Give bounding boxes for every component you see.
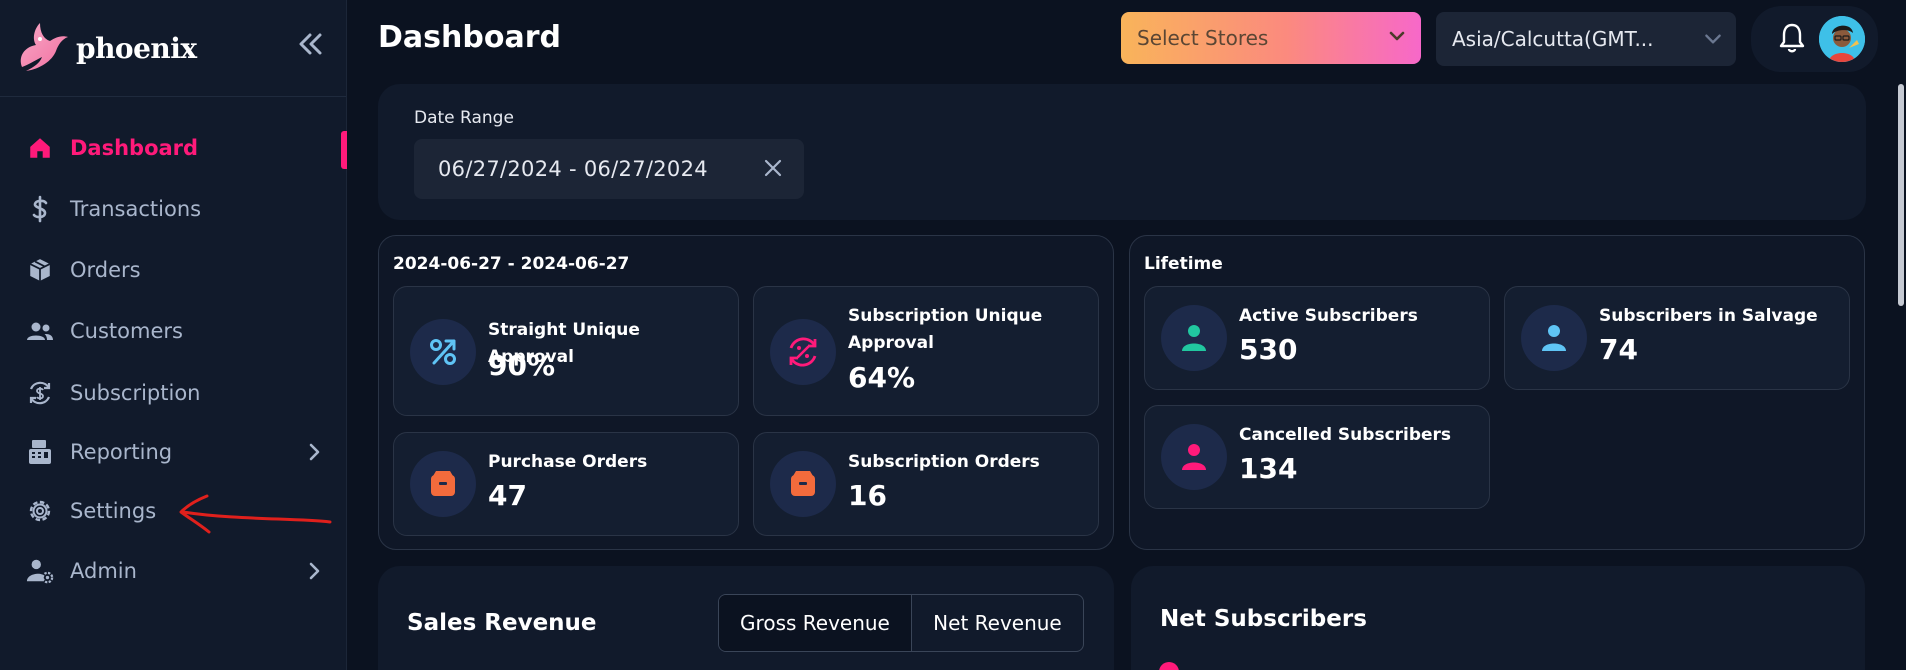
- percent-icon: [410, 319, 476, 385]
- collapse-sidebar-button[interactable]: [294, 28, 326, 60]
- period-stats-group: 2024-06-27 - 2024-06-27 Straight Unique …: [378, 235, 1114, 550]
- sidebar-item-label: Dashboard: [70, 136, 199, 160]
- stat-card: Cancelled Subscribers 134: [1144, 405, 1490, 509]
- stat-value: 530: [1239, 333, 1298, 366]
- page-scrollbar[interactable]: [1898, 84, 1904, 306]
- stat-label: Subscription Orders: [848, 452, 1040, 472]
- sidebar-item-customers[interactable]: Customers: [0, 306, 347, 356]
- sidebar-item-label: Orders: [70, 258, 141, 282]
- sales-revenue-panel: Sales Revenue Gross Revenue Net Revenue: [378, 566, 1114, 670]
- stat-label: Active Subscribers: [1239, 306, 1418, 326]
- sidebar-item-label: Reporting: [70, 440, 173, 464]
- timezone-select[interactable]: Asia/Calcutta(GMT...: [1436, 12, 1736, 66]
- store-select-placeholder: Select Stores: [1137, 26, 1269, 50]
- red-arrow-annotation: [179, 494, 332, 534]
- sidebar-item-label: Settings: [70, 499, 157, 523]
- avatar[interactable]: [1819, 16, 1865, 62]
- tab-gross-revenue[interactable]: Gross Revenue: [719, 595, 912, 651]
- timezone-select-value: Asia/Calcutta(GMT...: [1452, 27, 1654, 51]
- stat-value: 64%: [848, 361, 916, 394]
- active-indicator: [341, 131, 347, 169]
- sidebar-item-dashboard[interactable]: Dashboard: [0, 123, 347, 173]
- sidebar-item-label: Transactions: [70, 197, 202, 221]
- net-subscribers-title: Net Subscribers: [1160, 606, 1367, 632]
- stat-value: 90%: [488, 349, 556, 382]
- stat-card: Subscription Unique Approval 64%: [753, 286, 1099, 416]
- users-icon: [26, 317, 54, 345]
- stat-value: 16: [848, 479, 887, 512]
- double-chevron-left-icon: [299, 33, 322, 55]
- stat-value: 74: [1599, 333, 1638, 366]
- cash-register-icon: [26, 438, 54, 466]
- date-range-value: 06/27/2024 - 06/27/2024: [438, 157, 708, 181]
- sidebar-item-transactions[interactable]: Transactions: [0, 184, 347, 234]
- sidebar-item-admin[interactable]: Admin: [0, 546, 347, 596]
- sales-revenue-title: Sales Revenue: [407, 610, 597, 636]
- date-range-panel: Date Range 06/27/2024 - 06/27/2024: [378, 84, 1866, 220]
- sidebar-item-label: Subscription: [70, 381, 201, 405]
- chevron-right-icon: [309, 562, 320, 580]
- page-title: Dashboard: [378, 20, 561, 55]
- stat-value: 134: [1239, 452, 1298, 485]
- chevron-down-icon: [1705, 34, 1721, 44]
- tab-net-revenue[interactable]: Net Revenue: [912, 595, 1083, 651]
- brand-name: phoenix: [76, 31, 197, 65]
- date-range-label: Date Range: [414, 108, 514, 128]
- user-area: [1751, 6, 1878, 72]
- recurring-dollar-icon: [26, 379, 54, 407]
- stat-label: Purchase Orders: [488, 452, 648, 472]
- user-gear-icon: [26, 557, 54, 585]
- sidebar: phoenix Dashboard Transactions Orders Cu…: [0, 0, 347, 670]
- stat-card: Subscribers in Salvage 74: [1504, 286, 1850, 390]
- sidebar-item-orders[interactable]: Orders: [0, 245, 347, 295]
- stat-card: Straight Unique Approval 90%: [393, 286, 739, 416]
- lifetime-stats-title: Lifetime: [1144, 254, 1223, 274]
- sidebar-item-label: Admin: [70, 559, 137, 583]
- lifetime-stats-group: Lifetime Active Subscribers 530 Subscrib…: [1129, 235, 1865, 550]
- stat-label: Cancelled Subscribers: [1239, 425, 1452, 445]
- legend-dot: [1159, 662, 1179, 670]
- store-select[interactable]: Select Stores: [1121, 12, 1421, 64]
- brand: phoenix: [0, 0, 346, 97]
- gear-icon: [26, 497, 54, 525]
- sidebar-item-subscription[interactable]: Subscription: [0, 368, 347, 418]
- recurring-percent-icon: [770, 319, 836, 385]
- box-icon: [770, 451, 836, 517]
- home-icon: [26, 134, 54, 162]
- chevron-right-icon: [309, 443, 320, 461]
- sidebar-item-label: Customers: [70, 319, 183, 343]
- revenue-tabs: Gross Revenue Net Revenue: [718, 594, 1084, 652]
- period-stats-title: 2024-06-27 - 2024-06-27: [393, 254, 630, 274]
- stat-label: Subscribers in Salvage: [1599, 306, 1818, 326]
- stat-value: 47: [488, 479, 527, 512]
- bell-icon[interactable]: [1779, 22, 1805, 54]
- phoenix-logo-icon: [20, 23, 68, 71]
- stat-card: Active Subscribers 530: [1144, 286, 1490, 390]
- sidebar-item-reporting[interactable]: Reporting: [0, 427, 347, 477]
- package-icon: [26, 256, 54, 284]
- stat-card: Purchase Orders 47: [393, 432, 739, 536]
- net-subscribers-panel: Net Subscribers: [1131, 566, 1865, 670]
- dollar-icon: [26, 195, 54, 223]
- user-icon: [1161, 305, 1227, 371]
- user-icon: [1161, 424, 1227, 490]
- stat-card: Subscription Orders 16: [753, 432, 1099, 536]
- close-icon[interactable]: [762, 157, 784, 179]
- user-icon: [1521, 305, 1587, 371]
- box-icon: [410, 451, 476, 517]
- stat-label: Subscription Unique Approval: [848, 306, 1043, 353]
- date-range-input[interactable]: 06/27/2024 - 06/27/2024: [414, 139, 804, 199]
- chevron-down-icon: [1389, 31, 1405, 41]
